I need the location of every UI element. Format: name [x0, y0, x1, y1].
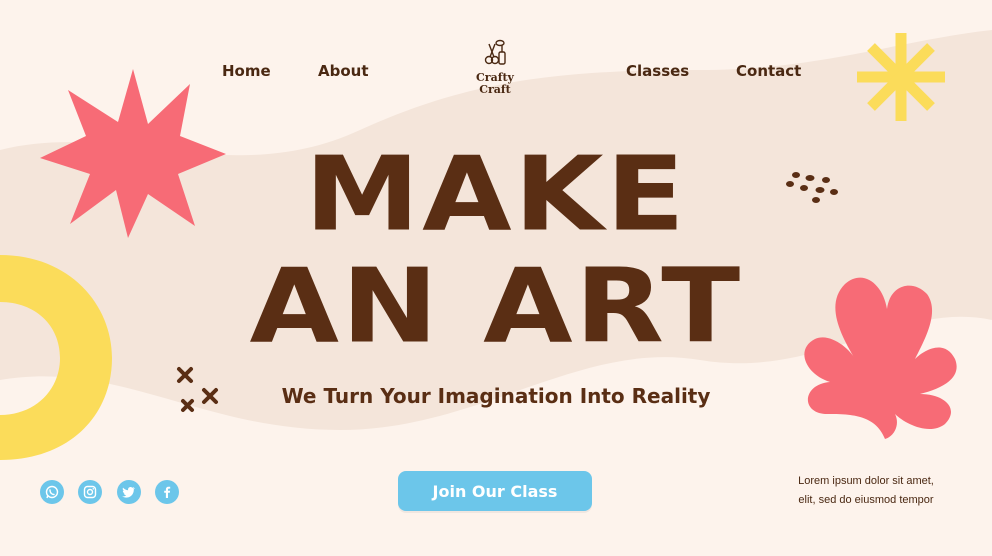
instagram-link[interactable] — [78, 480, 102, 504]
brand-logo[interactable]: Crafty Craft — [471, 38, 519, 96]
facebook-icon — [164, 486, 171, 498]
join-class-button[interactable]: Join Our Class — [398, 471, 592, 511]
twitter-icon — [122, 487, 135, 498]
logo-text-line2: Craft — [479, 83, 511, 96]
nav-home-link[interactable]: Home — [222, 62, 271, 80]
footer-description-line2: elit, sed do eiusmod tempor — [798, 494, 934, 506]
nav-classes-link[interactable]: Classes — [626, 62, 689, 80]
twitter-link[interactable] — [117, 480, 141, 504]
footer-description: Lorem ipsum dolor sit amet, elit, sed do… — [760, 472, 972, 510]
whatsapp-icon — [45, 485, 59, 499]
facebook-link[interactable] — [155, 480, 179, 504]
footer-description-line1: Lorem ipsum dolor sit amet, — [798, 475, 934, 487]
whatsapp-link[interactable] — [40, 480, 64, 504]
hero-tagline: We Turn Your Imagination Into Reality — [281, 384, 711, 408]
instagram-icon — [83, 485, 97, 499]
hero-headline-line2: AN ART — [249, 247, 743, 367]
hero-headline-line1: MAKE — [304, 135, 688, 255]
yellow-asterisk-decoration — [857, 33, 945, 121]
craft-tools-icon — [484, 39, 506, 65]
nav-contact-link[interactable]: Contact — [736, 62, 801, 80]
nav-about-link[interactable]: About — [318, 62, 369, 80]
